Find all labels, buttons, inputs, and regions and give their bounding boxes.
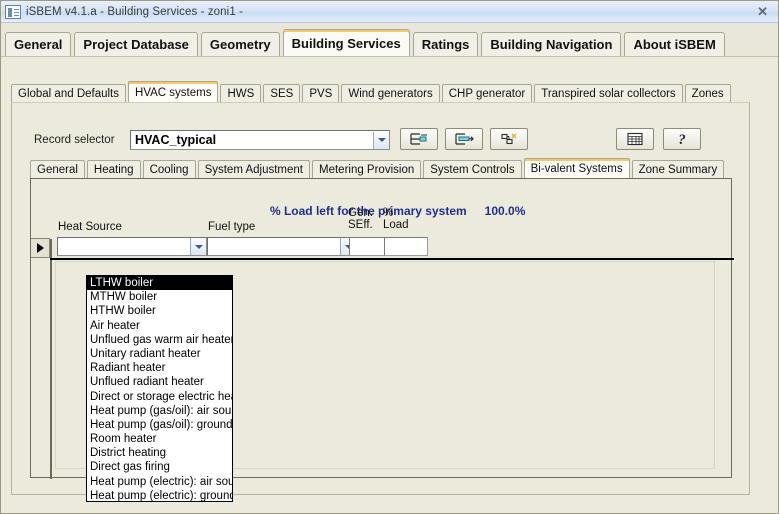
record-selector-row: Record selector HVAC_typical ? [24, 128, 724, 154]
subtab-zones[interactable]: Zones [684, 84, 731, 103]
dropdown-option[interactable]: HTHW boiler [87, 304, 232, 318]
help-button[interactable]: ? [663, 128, 701, 150]
grid-left-rule [50, 239, 52, 479]
subtab-wind-generators[interactable]: Wind generators [341, 84, 440, 103]
row-selector-marker[interactable] [31, 238, 50, 258]
dropdown-option[interactable]: Unflued gas warm air heater [87, 333, 232, 347]
insert-record-icon [410, 133, 427, 145]
subtab-transpired-solar-collectors[interactable]: Transpired solar collectors [534, 84, 683, 103]
sub-tab-bar: Global and Defaults HVAC systems HWS SES… [11, 81, 733, 103]
subtab-hvac-systems[interactable]: HVAC systems [128, 81, 219, 103]
record-selector-combo[interactable]: HVAC_typical [130, 130, 390, 150]
detailtab-heating[interactable]: Heating [86, 160, 141, 179]
tab-general[interactable]: General [5, 32, 72, 57]
tab-about-isbem[interactable]: About iSBEM [624, 32, 725, 57]
record-selector-value: HVAC_typical [135, 133, 217, 147]
dropdown-option[interactable]: Room heater [87, 432, 232, 446]
tab-project-database[interactable]: Project Database [74, 32, 198, 57]
dropdown-option[interactable]: Direct or storage electric heater [87, 390, 232, 404]
detail-tab-bar: General Heating Cooling System Adjustmen… [30, 158, 726, 179]
dropdown-option[interactable]: LTHW boiler [87, 276, 232, 291]
column-header-fuel-type: Fuel type [208, 221, 256, 233]
grid-row-rule [50, 258, 734, 260]
detailtab-zone-summary[interactable]: Zone Summary [631, 160, 725, 179]
subtab-ses[interactable]: SES [263, 84, 301, 103]
tab-building-services[interactable]: Building Services [282, 29, 410, 57]
main-tab-bar: General Project Database Geometry Buildi… [1, 23, 778, 57]
column-header-pct-load: % Load [383, 207, 409, 231]
dropdown-option[interactable]: Heat pump (gas/oil): air source [87, 404, 232, 418]
title-bar: iSBEM v4.1.a - Building Services - zoni1… [1, 1, 778, 23]
duplicate-record-button[interactable] [445, 128, 483, 150]
copy-record-icon [455, 133, 474, 145]
subtab-pvs[interactable]: PVS [302, 84, 340, 103]
load-left-value: 100.0% [484, 204, 526, 218]
window-title: iSBEM v4.1.a - Building Services - zoni1… [26, 5, 244, 18]
form-icon [5, 4, 21, 19]
heat-source-combo[interactable] [57, 237, 207, 256]
record-selector-label: Record selector [34, 134, 115, 146]
subtab-chp-generator[interactable]: CHP generator [441, 84, 533, 103]
dropdown-option[interactable]: Unitary radiant heater [87, 347, 232, 361]
svg-text:?: ? [678, 132, 686, 147]
delete-record-button[interactable] [490, 128, 528, 150]
add-record-button[interactable] [400, 128, 438, 150]
detailtab-system-adjustment[interactable]: System Adjustment [197, 160, 310, 179]
dropdown-option[interactable]: Direct gas firing [87, 460, 232, 474]
fuel-type-combo[interactable] [207, 237, 357, 256]
detailtab-system-controls[interactable]: System Controls [423, 160, 522, 179]
detailtab-metering-provision[interactable]: Metering Provision [312, 160, 422, 179]
dropdown-option[interactable]: Heat pump (electric): air source [87, 475, 232, 489]
dropdown-option[interactable]: MTHW boiler [87, 290, 232, 304]
application-window: iSBEM v4.1.a - Building Services - zoni1… [0, 0, 779, 514]
tab-building-navigation[interactable]: Building Navigation [481, 32, 622, 57]
question-mark-icon: ? [678, 132, 686, 147]
delete-record-icon [501, 133, 517, 145]
dropdown-option[interactable]: Air heater [87, 319, 232, 333]
column-header-heat-source: Heat Source [58, 221, 122, 233]
dropdown-option[interactable]: Heat pump (gas/oil): ground or water sou… [87, 418, 232, 432]
dropdown-option[interactable]: Heat pump (electric): ground or water so… [87, 489, 232, 501]
table-view-button[interactable] [616, 128, 654, 150]
detailtab-cooling[interactable]: Cooling [142, 160, 196, 179]
grid-icon [627, 132, 643, 146]
tab-ratings[interactable]: Ratings [412, 32, 479, 57]
dropdown-option[interactable]: Radiant heater [87, 361, 232, 375]
chevron-down-icon[interactable] [190, 238, 206, 255]
close-icon[interactable]: ✕ [754, 5, 771, 18]
heat-source-dropdown-list[interactable]: LTHW boiler MTHW boiler HTHW boiler Air … [86, 275, 233, 502]
detailtab-general[interactable]: General [30, 160, 85, 179]
chevron-down-icon[interactable] [373, 131, 389, 149]
subtab-hws[interactable]: HWS [220, 84, 262, 103]
pct-load-input[interactable] [384, 237, 428, 256]
dropdown-option[interactable]: Unflued radiant heater [87, 375, 232, 389]
tab-geometry[interactable]: Geometry [200, 32, 280, 57]
subtab-global-and-defaults[interactable]: Global and Defaults [11, 84, 127, 103]
detailtab-bi-valent-systems[interactable]: Bi-valent Systems [523, 158, 630, 179]
load-left-line: % Load left for the primary system 100.0% [31, 179, 731, 232]
dropdown-option[interactable]: District heating [87, 446, 232, 460]
column-header-gen-seff: Gen. SEff. [348, 207, 373, 231]
